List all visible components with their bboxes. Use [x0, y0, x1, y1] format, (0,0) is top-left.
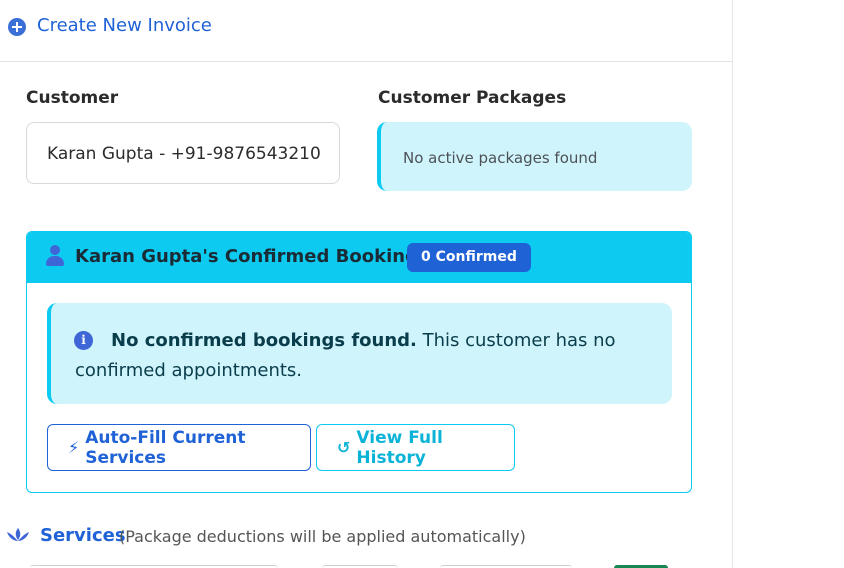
page-title: Create New Invoice — [37, 15, 212, 36]
packages-message: No active packages found — [403, 149, 598, 167]
alert-text: No confirmed bookings found. This custom… — [75, 326, 635, 386]
services-note: (Package deductions will be applied auto… — [119, 527, 526, 546]
auto-fill-label: Auto-Fill Current Services — [85, 427, 246, 468]
services-title: Services — [40, 525, 126, 546]
right-panel — [732, 0, 844, 568]
confirmed-bookings-card: Karan Gupta's Confirmed Bookings 0 Confi… — [26, 231, 692, 493]
view-history-label: View Full History — [356, 427, 443, 468]
bookings-title: Karan Gupta's Confirmed Bookings — [75, 246, 429, 267]
confirmed-count-badge: 0 Confirmed — [407, 243, 531, 272]
invoice-page: Create New Invoice Customer Customer Pac… — [0, 0, 844, 568]
no-bookings-alert: i No confirmed bookings found. This cust… — [47, 303, 672, 404]
lightning-icon: ⚡ — [68, 438, 80, 457]
plus-circle-icon — [8, 18, 26, 36]
customer-select-value: Karan Gupta - +91-9876543210 — [47, 144, 321, 164]
history-icon: ↺ — [337, 438, 351, 457]
customer-label: Customer — [26, 88, 119, 108]
user-icon — [46, 245, 64, 267]
bookings-card-header: Karan Gupta's Confirmed Bookings 0 Confi… — [27, 232, 691, 283]
packages-info-box: No active packages found — [377, 122, 692, 191]
alert-bold-text: No confirmed bookings found. — [111, 330, 417, 351]
customer-select[interactable]: Karan Gupta - +91-9876543210 — [26, 122, 340, 184]
invoice-header: Create New Invoice — [0, 0, 732, 62]
packages-label: Customer Packages — [378, 88, 567, 108]
services-lotus-icon — [7, 528, 29, 541]
auto-fill-services-button[interactable]: ⚡ Auto-Fill Current Services — [47, 424, 311, 471]
view-full-history-button[interactable]: ↺ View Full History — [316, 424, 515, 471]
